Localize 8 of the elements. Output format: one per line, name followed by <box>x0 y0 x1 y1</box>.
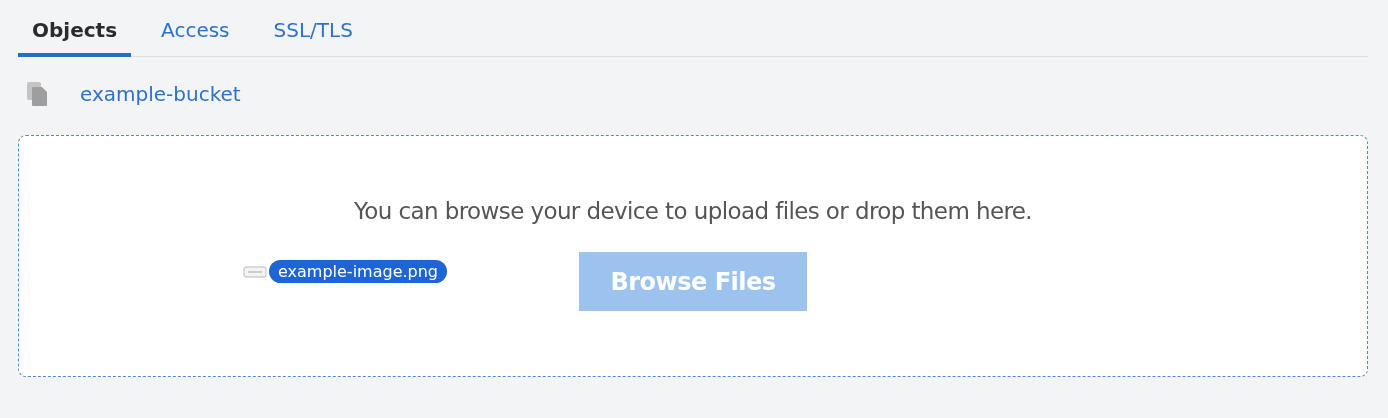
upload-instructions: You can browse your device to upload files or drop them here. <box>353 198 1033 224</box>
bucket-link[interactable]: example-bucket <box>80 82 241 106</box>
tab[interactable]: Objects <box>18 14 132 57</box>
dragged-file-label: example-image.png <box>269 260 447 283</box>
copy-icon <box>26 81 50 107</box>
tab[interactable]: SSL/TLS <box>259 14 367 57</box>
tab[interactable]: Access <box>147 14 244 57</box>
file-icon <box>243 265 267 278</box>
